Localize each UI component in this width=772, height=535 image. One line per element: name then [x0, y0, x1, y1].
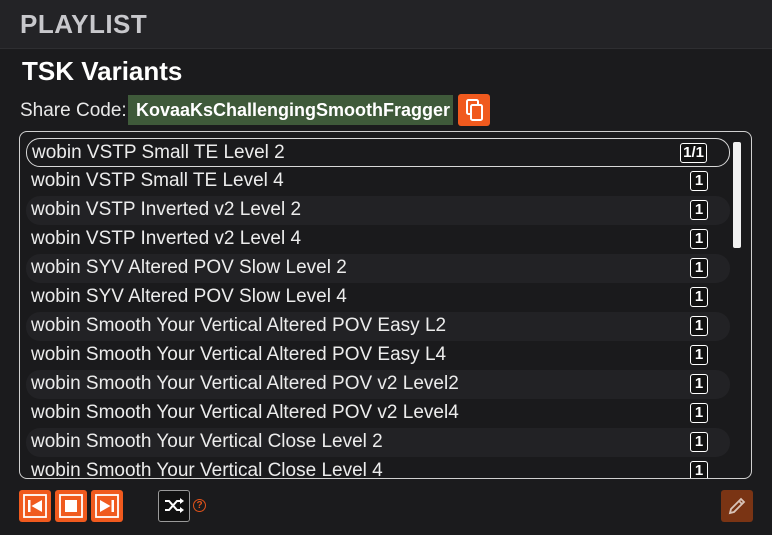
share-code-value[interactable]: KovaaKsChallengingSmoothFragger	[128, 95, 453, 125]
playlist-item-name: wobin Smooth Your Vertical Close Level 4	[31, 460, 383, 479]
playlist-item-name: wobin VSTP Inverted v2 Level 2	[31, 199, 302, 220]
playlist-item-count-badge: 1	[690, 287, 708, 307]
playlist-item-name: wobin Smooth Your Vertical Altered POV E…	[31, 344, 447, 365]
playlist-item-count-badge: 1	[690, 171, 708, 191]
playlist-item-name: wobin Smooth Your Vertical Altered POV v…	[31, 402, 459, 423]
share-code-label: Share Code:	[20, 100, 127, 121]
pencil-icon	[728, 497, 746, 515]
playlist-item-count-badge: 1	[690, 403, 708, 423]
skip-next-icon	[95, 494, 119, 518]
playlist-item-name: wobin VSTP Inverted v2 Level 4	[31, 228, 302, 249]
playlist-item[interactable]: wobin VSTP Inverted v2 Level 2 1	[26, 196, 730, 225]
playlist-item[interactable]: wobin Smooth Your Vertical Altered POV E…	[26, 341, 730, 370]
list-scrollbar[interactable]	[733, 142, 741, 248]
copy-share-code-button[interactable]	[458, 94, 490, 126]
playlist-item-count-badge: 1	[690, 345, 708, 365]
playlist-item-name: wobin Smooth Your Vertical Close Level 2	[31, 431, 383, 452]
playlist-item-count-badge: 1	[690, 432, 708, 452]
panel-header: PLAYLIST	[0, 0, 772, 49]
playlist-item-name: wobin VSTP Small TE Level 4	[31, 170, 284, 191]
playlist-item[interactable]: wobin SYV Altered POV Slow Level 4 1	[26, 283, 730, 312]
skip-previous-icon	[23, 494, 47, 518]
playlist-item[interactable]: wobin VSTP Small TE Level 4 1	[26, 167, 730, 196]
playlist-item[interactable]: wobin Smooth Your Vertical Close Level 2…	[26, 428, 730, 457]
playlist-item[interactable]: wobin VSTP Small TE Level 2 1/1	[26, 138, 730, 167]
playlist-item-count-badge: 1/1	[680, 143, 707, 163]
help-icon[interactable]: ?	[193, 499, 206, 512]
playlist-item-count-badge: 1	[690, 229, 708, 249]
playlist-item[interactable]: wobin Smooth Your Vertical Altered POV E…	[26, 312, 730, 341]
playlist-item-name: wobin VSTP Small TE Level 2	[32, 142, 285, 163]
playlist-name: TSK Variants	[22, 56, 183, 86]
shuffle-button[interactable]	[158, 490, 190, 522]
playlist-item-count-badge: 1	[690, 316, 708, 336]
edit-playlist-button[interactable]	[721, 490, 753, 522]
next-button[interactable]	[91, 490, 123, 522]
playlist-item-name: wobin SYV Altered POV Slow Level 2	[31, 257, 347, 278]
playlist-item[interactable]: wobin SYV Altered POV Slow Level 2 1	[26, 254, 730, 283]
playlist-list[interactable]: wobin VSTP Small TE Level 2 1/1 wobin VSTP…	[19, 131, 752, 479]
playlist-item-count-badge: 1	[690, 258, 708, 278]
playlist-item[interactable]: wobin VSTP Inverted v2 Level 4 1	[26, 225, 730, 254]
stop-button[interactable]	[55, 490, 87, 522]
shuffle-icon	[165, 498, 184, 513]
copy-icon	[466, 99, 483, 121]
playlist-item-name: wobin Smooth Your Vertical Altered POV E…	[31, 315, 447, 336]
playlist-item-count-badge: 1	[690, 374, 708, 394]
playlist-item[interactable]: wobin Smooth Your Vertical Altered POV v…	[26, 399, 730, 428]
playlist-item-name: wobin Smooth Your Vertical Altered POV v…	[31, 373, 459, 394]
playlist-items: wobin VSTP Small TE Level 2 1/1 wobin VSTP…	[26, 138, 730, 479]
playlist-item[interactable]: wobin Smooth Your Vertical Altered POV v…	[26, 370, 730, 399]
playlist-item[interactable]: wobin Smooth Your Vertical Close Level 4…	[26, 457, 730, 479]
stop-icon	[59, 494, 83, 518]
playlist-item-count-badge: 1	[690, 461, 708, 478]
playlist-item-name: wobin SYV Altered POV Slow Level 4	[31, 286, 347, 307]
panel-title: PLAYLIST	[20, 9, 148, 39]
playlist-item-count-badge: 1	[690, 200, 708, 220]
previous-button[interactable]	[19, 490, 51, 522]
